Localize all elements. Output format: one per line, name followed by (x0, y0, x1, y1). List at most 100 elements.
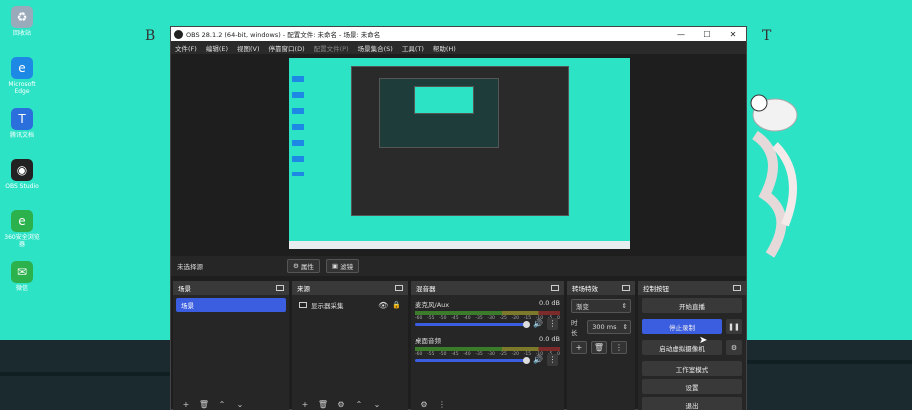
meter-tick-label: -55 (427, 316, 435, 321)
no-source-selected-label: 未选择源 (177, 263, 203, 271)
speaker-icon[interactable]: 🔊 (533, 355, 543, 364)
maximize-button[interactable]: ☐ (694, 30, 720, 39)
preview-nested-window (414, 86, 474, 114)
desktop-icon-recycle-bin[interactable]: ♻ 回收站 (4, 6, 40, 37)
add-icon[interactable]: + (177, 400, 195, 409)
more-icon[interactable]: ⋮ (547, 354, 558, 366)
source-item[interactable]: 显示器采集 👁 🔒 (295, 298, 405, 312)
preview-canvas[interactable] (289, 58, 630, 249)
exit-button[interactable]: 退出 (642, 397, 742, 410)
trash-icon[interactable]: 🗑 (591, 341, 607, 354)
undock-icon[interactable] (551, 285, 559, 291)
transitions-dock-header: 转场特效 (567, 281, 635, 295)
properties-label: 属性 (300, 263, 314, 271)
wallpaper-glyph-left: B (145, 28, 156, 44)
mixer-track-name: 麦克风/Aux (415, 301, 450, 309)
undock-icon[interactable] (395, 285, 403, 291)
gear-icon[interactable]: ⚙ (415, 400, 433, 409)
scene-item[interactable]: 场景 (176, 298, 286, 312)
virtual-camera-settings-button[interactable]: ⚙ (726, 340, 742, 355)
menu-item[interactable]: 停靠窗口(D) (269, 43, 305, 53)
transition-select[interactable]: 渐变 ⇕ (571, 299, 631, 313)
desktop-icon-wechat[interactable]: ✉ 微信 (4, 261, 40, 292)
transition-buttons: + 🗑 ⋮ (571, 341, 631, 354)
volume-slider-handle[interactable] (523, 321, 530, 328)
transitions-dock: 转场特效 渐变 ⇕ 时长 300 ms ⇕ + 🗑 ⋮ (567, 281, 635, 410)
desktop-icon-tencent-docs[interactable]: T 腾讯文档 (4, 108, 40, 139)
eye-icon[interactable]: 👁 (378, 301, 388, 310)
menu-item[interactable]: 文件(F) (175, 43, 197, 53)
trash-icon[interactable]: 🗑 (314, 400, 332, 409)
transition-selected-label: 渐变 (576, 303, 589, 311)
close-button[interactable]: ✕ (720, 30, 746, 39)
menu-item[interactable]: 帮助(H) (433, 43, 456, 53)
meter-tick-label: -45 (451, 352, 459, 357)
chevron-up-icon[interactable]: ⌃ (350, 400, 368, 409)
filters-label: 滤镜 (340, 263, 354, 271)
mixer-dock: 混音器 麦克风/Aux 0.0 dB -60 -55 -50 -45 -40 -35 -30 -2… (411, 281, 564, 410)
title-bar[interactable]: OBS 28.1.2 (64-bit, windows) - 配置文件: 未命名… (171, 27, 746, 41)
menu-item[interactable]: 工具(T) (402, 43, 424, 53)
more-icon[interactable]: ⋮ (547, 318, 558, 330)
sources-dock-header: 来源 (292, 281, 408, 295)
meter-tick-label: -60 (415, 316, 423, 321)
menu-item[interactable]: 配置文件(P) (314, 43, 349, 53)
chevron-down-icon[interactable]: ⌄ (368, 400, 386, 409)
filters-button[interactable]: ▣ 滤镜 (325, 259, 360, 273)
undock-icon[interactable] (276, 285, 284, 291)
more-icon[interactable]: ⋮ (611, 341, 627, 354)
lock-icon[interactable]: 🔒 (392, 301, 401, 309)
wallpaper-stripe (747, 360, 912, 364)
volume-slider[interactable] (415, 323, 525, 326)
meter-tick-label: -30 (487, 352, 495, 357)
speaker-icon[interactable]: 🔊 (533, 319, 543, 328)
scenes-dock-title: 场景 (178, 285, 191, 293)
start-virtual-camera-button[interactable]: 启动虚拟摄像机 (642, 340, 722, 355)
studio-mode-button[interactable]: 工作室模式 (642, 361, 742, 376)
tencent-docs-icon: T (11, 108, 33, 130)
menu-item[interactable]: 编辑(E) (206, 43, 228, 53)
meter-tick-label: -35 (475, 352, 483, 357)
settings-button[interactable]: 设置 (642, 379, 742, 394)
meter-tick-label: -55 (427, 352, 435, 357)
properties-button[interactable]: ⚙ 属性 (287, 259, 320, 273)
duration-row: 时长 300 ms ⇕ (571, 317, 631, 337)
gear-icon[interactable]: ⚙ (332, 400, 350, 409)
more-icon[interactable]: ⋮ (433, 400, 451, 409)
undock-icon[interactable] (622, 285, 630, 291)
meter-tick-label: -35 (475, 316, 483, 321)
volume-slider-handle[interactable] (523, 357, 530, 364)
undock-icon[interactable] (733, 285, 741, 291)
desktop-icon-label: 回收站 (12, 30, 31, 37)
desktop-icon-microsoft-edge[interactable]: e Microsoft Edge (4, 57, 40, 95)
stop-recording-button[interactable]: 停止录制 (642, 319, 722, 334)
preview-taskbar (289, 241, 630, 249)
scenes-dock-header: 场景 (173, 281, 289, 295)
controls-dock: 控制按钮 开始直播 停止录制 ❚❚ 启动虚拟摄像机 ⚙ 工作室模式 设置 退出 (638, 281, 746, 410)
desktop-icon-obs-studio[interactable]: ◉ OBS Studio (4, 159, 40, 190)
desktop-icon-label: 360安全浏览器 (4, 234, 40, 248)
sources-dock: 来源 显示器采集 👁 🔒 + 🗑 ⚙ ⌃ ⌄ (292, 281, 408, 410)
minimize-button[interactable]: — (668, 30, 694, 39)
filter-icon: ▣ (331, 262, 341, 270)
controls-dock-header: 控制按钮 (638, 281, 746, 295)
chevron-up-icon[interactable]: ⌃ (213, 400, 231, 409)
volume-slider[interactable] (415, 359, 525, 362)
trash-icon[interactable]: 🗑 (195, 400, 213, 409)
pause-recording-button[interactable]: ❚❚ (726, 319, 742, 334)
wechat-icon: ✉ (11, 261, 33, 283)
wallpaper-anime-figure (750, 94, 798, 258)
add-icon[interactable]: + (571, 341, 587, 354)
duration-input[interactable]: 300 ms ⇕ (587, 320, 631, 334)
menu-item[interactable]: 场景集合(S) (358, 43, 393, 53)
duration-label: 时长 (571, 319, 578, 337)
desktop-icon-360-browser[interactable]: e 360安全浏览器 (4, 210, 40, 248)
start-streaming-button[interactable]: 开始直播 (642, 298, 742, 313)
mixer-dock-header: 混音器 (411, 281, 564, 295)
desktop-icon-label: 腾讯文档 (9, 132, 34, 139)
chevron-down-icon[interactable]: ⌄ (231, 400, 249, 409)
menu-item[interactable]: 视图(V) (237, 43, 260, 53)
stepper-icon: ⇕ (622, 323, 628, 331)
mixer-tracks: 麦克风/Aux 0.0 dB -60 -55 -50 -45 -40 -35 -30 -25 -20… (411, 299, 564, 367)
add-icon[interactable]: + (296, 400, 314, 409)
